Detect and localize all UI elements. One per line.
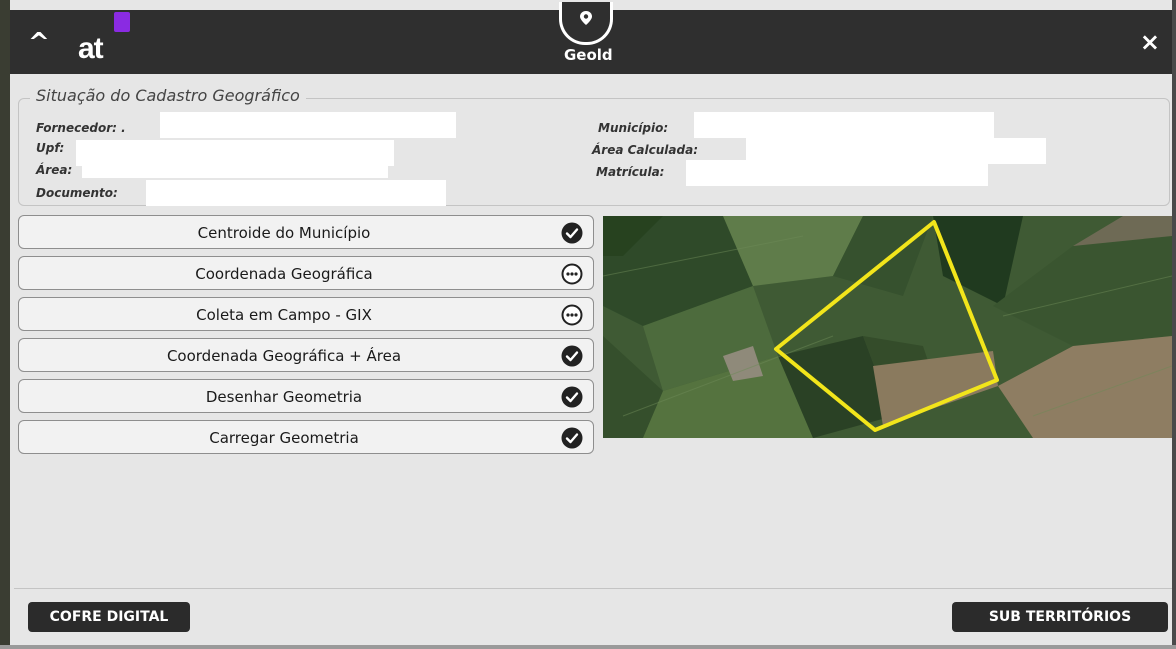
check-circle-icon (561, 222, 583, 244)
status-title: Situação do Cadastro Geográfico (30, 86, 306, 105)
field-label-municipio: Município: (598, 121, 669, 135)
ellipsis-circle-icon (561, 263, 583, 285)
sub-territorios-button[interactable]: SUB TERRITÓRIOS (952, 602, 1168, 632)
option-label: Desenhar Geometria (205, 388, 363, 406)
option-coordenada-area[interactable]: Coordenada Geográfica + Área (18, 338, 594, 372)
check-circle-icon (561, 386, 583, 408)
chevron-up-icon[interactable]: ^ (28, 30, 50, 56)
option-label: Coordenada Geográfica (195, 265, 373, 283)
ellipsis-circle-icon (561, 304, 583, 326)
window-edge-left (0, 0, 10, 649)
field-label-fornecedor: Fornecedor: . (36, 121, 126, 135)
option-label: Carregar Geometria (209, 429, 359, 447)
footer-divider (14, 588, 1172, 589)
close-icon[interactable]: × (1140, 28, 1160, 56)
field-value-matricula (686, 160, 988, 186)
field-value-documento (146, 180, 446, 206)
cofre-digital-button[interactable]: COFRE DIGITAL (28, 602, 190, 632)
field-label-area-calculada: Área Calculada: (592, 143, 698, 157)
field-value-fornecedor (160, 112, 456, 138)
field-value-area (82, 156, 388, 178)
option-carregar-geometria[interactable]: Carregar Geometria (18, 420, 594, 454)
field-label-upf: Upf: (36, 141, 65, 155)
option-label: Centroide do Município (197, 224, 371, 242)
field-label-matricula: Matrícula: (596, 165, 665, 179)
field-label-area: Área: (36, 163, 73, 177)
brand-square-icon (114, 12, 130, 32)
option-coordenada-geografica[interactable]: Coordenada Geográfica (18, 256, 594, 290)
satellite-map[interactable] (603, 216, 1172, 438)
window-edge-right (1172, 0, 1176, 649)
check-circle-icon (561, 427, 583, 449)
field-value-municipio (694, 112, 994, 138)
option-centroide-municipio[interactable]: Centroide do Município (18, 215, 594, 249)
option-label: Coleta em Campo - GIX (196, 306, 372, 324)
check-circle-icon (561, 345, 583, 367)
option-coleta-campo-gix[interactable]: Coleta em Campo - GIX (18, 297, 594, 331)
app-logo: at (78, 32, 104, 65)
map-pin-icon (559, 2, 613, 45)
app-title: Geold (564, 46, 613, 64)
option-desenhar-geometria[interactable]: Desenhar Geometria (18, 379, 594, 413)
title-bar: ^ at Geold × (10, 2, 1172, 74)
option-label: Coordenada Geográfica + Área (166, 347, 402, 365)
window-edge-bottom (0, 645, 1176, 649)
field-label-documento: Documento: (36, 186, 118, 200)
